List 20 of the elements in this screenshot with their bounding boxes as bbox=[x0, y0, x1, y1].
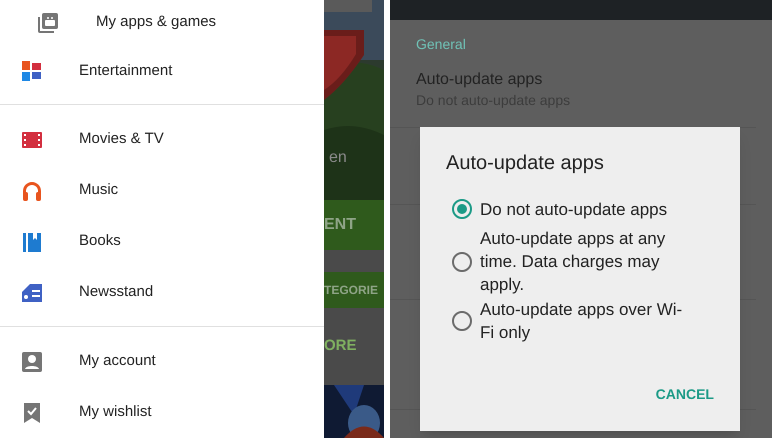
radio-button[interactable] bbox=[452, 311, 472, 331]
apps-icon bbox=[36, 10, 60, 35]
menu-item[interactable]: Newsstand bbox=[79, 281, 154, 304]
game-title: en bbox=[329, 148, 347, 168]
menu-item[interactable]: Books bbox=[79, 230, 121, 253]
option-label[interactable]: Auto-update apps over Wi-Fi only bbox=[480, 298, 695, 344]
menu-item[interactable]: Entertainment bbox=[79, 60, 172, 82]
radio-button[interactable] bbox=[452, 199, 472, 219]
tiles-icon bbox=[20, 58, 44, 83]
menu-item[interactable]: My wishlist bbox=[79, 401, 152, 424]
dialog-title: Auto-update apps bbox=[446, 152, 604, 174]
radio-button[interactable] bbox=[452, 252, 472, 272]
menu-item[interactable]: My account bbox=[79, 350, 156, 373]
menu-item[interactable]: Music bbox=[79, 179, 118, 202]
section-header: General bbox=[416, 36, 466, 52]
menu-item[interactable]: My apps & games bbox=[96, 11, 216, 34]
menu-item[interactable]: Movies & TV bbox=[79, 128, 164, 151]
option-label[interactable]: Auto-update apps at any time. Data charges may apply. bbox=[480, 227, 695, 296]
option-label[interactable]: Do not auto-update apps bbox=[480, 198, 695, 220]
person-icon bbox=[20, 350, 44, 374]
